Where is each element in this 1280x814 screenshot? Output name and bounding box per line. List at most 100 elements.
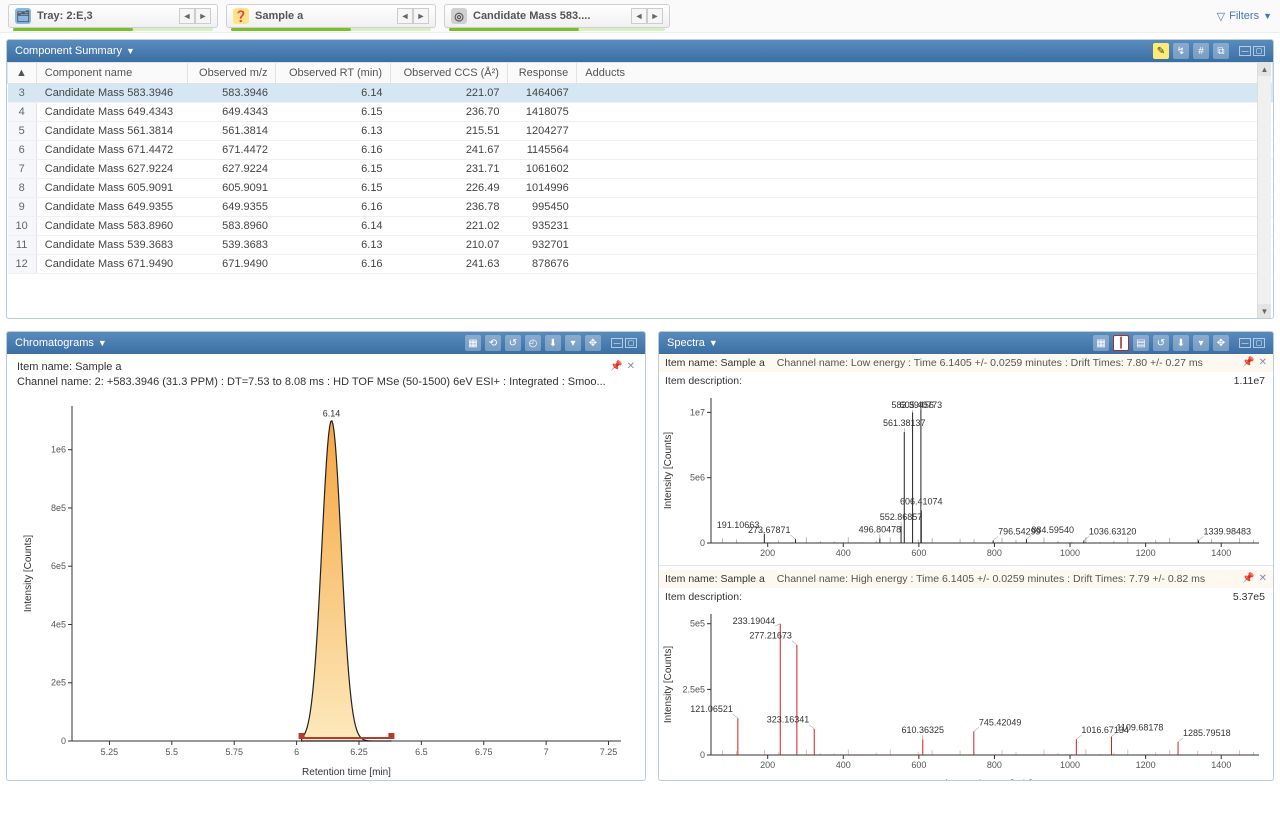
table-row[interactable]: 5Candidate Mass 561.3814561.38146.13215.… xyxy=(8,122,1273,141)
col-component-name[interactable]: Component name xyxy=(36,63,187,84)
spectrum-high-desc: Item description: xyxy=(665,591,742,603)
spectrum-mode-icon[interactable]: ┃ xyxy=(1113,335,1129,351)
highlight-tool-icon[interactable]: ✎ xyxy=(1153,43,1169,59)
svg-text:600: 600 xyxy=(911,548,926,558)
cell-adducts xyxy=(577,179,1273,198)
minimize-icon[interactable]: — xyxy=(1239,338,1251,348)
close-icon[interactable]: ✕ xyxy=(1259,573,1267,584)
col-observed-mz[interactable]: Observed m/z xyxy=(187,63,276,84)
tray-prev-button[interactable]: ◄ xyxy=(179,8,195,24)
tray-next-button[interactable]: ► xyxy=(195,8,211,24)
table-row[interactable]: 9Candidate Mass 649.9355649.93556.16236.… xyxy=(8,198,1273,217)
cell-rt: 6.13 xyxy=(276,122,391,141)
reset-tool-icon[interactable]: ↺ xyxy=(1153,335,1169,351)
filters-button[interactable]: ▽ Filters ▼ xyxy=(1217,10,1272,23)
table-row[interactable]: 11Candidate Mass 539.3683539.36836.13210… xyxy=(8,236,1273,255)
col-adducts[interactable]: Adducts xyxy=(577,63,1273,84)
cell-response: 878676 xyxy=(507,255,576,274)
chevron-down-icon[interactable]: ▼ xyxy=(98,338,107,348)
chevron-down-icon[interactable]: ▾ xyxy=(1193,335,1209,351)
chromatogram-svg[interactable]: 5.255.55.7566.256.56.7577.2502e54e56e58e… xyxy=(17,391,631,781)
row-index: 12 xyxy=(8,255,37,274)
candidate-prev-button[interactable]: ◄ xyxy=(631,8,647,24)
candidate-label: Candidate Mass 583.... xyxy=(473,10,590,22)
minimize-icon[interactable]: — xyxy=(611,338,623,348)
col-response[interactable]: Response xyxy=(507,63,576,84)
col-rownum[interactable]: ▲ xyxy=(8,63,37,84)
svg-text:561.38137: 561.38137 xyxy=(883,418,926,428)
reset-tool-icon[interactable]: ↺ xyxy=(505,335,521,351)
close-icon[interactable]: ✕ xyxy=(627,360,635,374)
scroll-up-icon[interactable]: ▲ xyxy=(1258,62,1271,76)
candidate-nav-widget[interactable]: ◎ Candidate Mass 583.... ◄ ► xyxy=(444,4,670,28)
col-observed-rt[interactable]: Observed RT (min) xyxy=(276,63,391,84)
table-row[interactable]: 8Candidate Mass 605.9091605.90916.15226.… xyxy=(8,179,1273,198)
lower-split: Chromatograms ▼ ▦ ⟲ ↺ ◴ ⬇ ▾ ✥ — ▢ 📌 ✕ Ite… xyxy=(0,325,1280,787)
svg-text:7: 7 xyxy=(544,747,549,757)
move-tool-icon[interactable]: ✥ xyxy=(1213,335,1229,351)
chevron-down-icon[interactable]: ▾ xyxy=(565,335,581,351)
row-index: 10 xyxy=(8,217,37,236)
maximize-icon[interactable]: ▢ xyxy=(1253,338,1265,348)
tray-icon: 🗂 xyxy=(15,8,31,24)
candidate-next-button[interactable]: ► xyxy=(647,8,663,24)
cell-adducts xyxy=(577,236,1273,255)
move-tool-icon[interactable]: ✥ xyxy=(585,335,601,351)
sample-next-button[interactable]: ► xyxy=(413,8,429,24)
cell-ccs: 226.49 xyxy=(391,179,508,198)
table-row[interactable]: 4Candidate Mass 649.4343649.43436.15236.… xyxy=(8,103,1273,122)
sample-prev-button[interactable]: ◄ xyxy=(397,8,413,24)
tray-nav-widget[interactable]: 🗂 Tray: 2:E,3 ◄ ► xyxy=(8,4,218,28)
svg-text:5e6: 5e6 xyxy=(690,473,705,483)
link-tool-icon[interactable]: ↯ xyxy=(1173,43,1189,59)
clock-tool-icon[interactable]: ◴ xyxy=(525,335,541,351)
cell-response: 932701 xyxy=(507,236,576,255)
table-header-row: ▲ Component name Observed m/z Observed R… xyxy=(8,63,1273,84)
hash-tool-icon[interactable]: # xyxy=(1193,43,1209,59)
table-row[interactable]: 7Candidate Mass 627.9224627.92246.15231.… xyxy=(8,160,1273,179)
maximize-icon[interactable]: ▢ xyxy=(625,338,637,348)
svg-text:4e5: 4e5 xyxy=(51,619,66,629)
export-tool-icon[interactable]: ⬇ xyxy=(1173,335,1189,351)
chromatogram-chart-area[interactable]: 📌✕ Item name: Sample a Channel name: 2: … xyxy=(7,354,645,781)
cell-component-name: Candidate Mass 649.9355 xyxy=(36,198,187,217)
cell-mz: 605.9091 xyxy=(187,179,276,198)
component-summary-table-wrap[interactable]: ▲ Component name Observed m/z Observed R… xyxy=(7,62,1273,318)
sample-nav-widget[interactable]: ❓ Sample a ◄ ► xyxy=(226,4,436,28)
cell-ccs: 215.51 xyxy=(391,122,508,141)
select-tool-icon[interactable]: ▦ xyxy=(465,335,481,351)
table-row[interactable]: 12Candidate Mass 671.9490671.94906.16241… xyxy=(8,255,1273,274)
pin-icon[interactable]: 📌 xyxy=(1242,573,1254,584)
svg-text:800: 800 xyxy=(987,548,1002,558)
table-row[interactable]: 6Candidate Mass 671.4472671.44726.16241.… xyxy=(8,141,1273,160)
chevron-down-icon[interactable]: ▼ xyxy=(126,46,135,56)
svg-text:1e7: 1e7 xyxy=(690,407,705,417)
close-icon[interactable]: ✕ xyxy=(1259,357,1267,368)
minimize-icon[interactable]: — xyxy=(1239,46,1251,56)
select-tool-icon[interactable]: ▦ xyxy=(1093,335,1109,351)
col-observed-ccs[interactable]: Observed CCS (Å²) xyxy=(391,63,508,84)
component-summary-table: ▲ Component name Observed m/z Observed R… xyxy=(7,62,1273,274)
table-tool-icon[interactable]: ▤ xyxy=(1133,335,1149,351)
copy-tool-icon[interactable]: ⧉ xyxy=(1213,43,1229,59)
spectrum-high-svg[interactable]: 20040060080010001200140002.5e55e5121.065… xyxy=(659,606,1267,781)
cell-component-name: Candidate Mass 583.3946 xyxy=(36,84,187,103)
pin-icon[interactable]: 📌 xyxy=(1242,357,1254,368)
cell-response: 1464067 xyxy=(507,84,576,103)
table-row[interactable]: 10Candidate Mass 583.8960583.89606.14221… xyxy=(8,217,1273,236)
summary-scrollbar[interactable]: ▲ ▼ xyxy=(1257,62,1271,318)
cell-component-name: Candidate Mass 649.4343 xyxy=(36,103,187,122)
svg-text:1200: 1200 xyxy=(1136,760,1156,770)
pin-icon[interactable]: 📌 xyxy=(610,360,622,374)
export-tool-icon[interactable]: ⬇ xyxy=(545,335,561,351)
spectrum-low-svg[interactable]: 20040060080010001200140005e61e7191.10663… xyxy=(659,390,1267,565)
table-row[interactable]: 3Candidate Mass 583.3946583.39466.14221.… xyxy=(8,84,1273,103)
maximize-icon[interactable]: ▢ xyxy=(1253,46,1265,56)
cell-response: 935231 xyxy=(507,217,576,236)
link-tool-icon[interactable]: ⟲ xyxy=(485,335,501,351)
chromatogram-header: Chromatograms ▼ ▦ ⟲ ↺ ◴ ⬇ ▾ ✥ — ▢ xyxy=(7,332,645,354)
chevron-down-icon[interactable]: ▼ xyxy=(709,338,718,348)
svg-text:Retention time [min]: Retention time [min] xyxy=(302,767,391,778)
cell-response: 1418075 xyxy=(507,103,576,122)
scroll-down-icon[interactable]: ▼ xyxy=(1258,304,1271,318)
